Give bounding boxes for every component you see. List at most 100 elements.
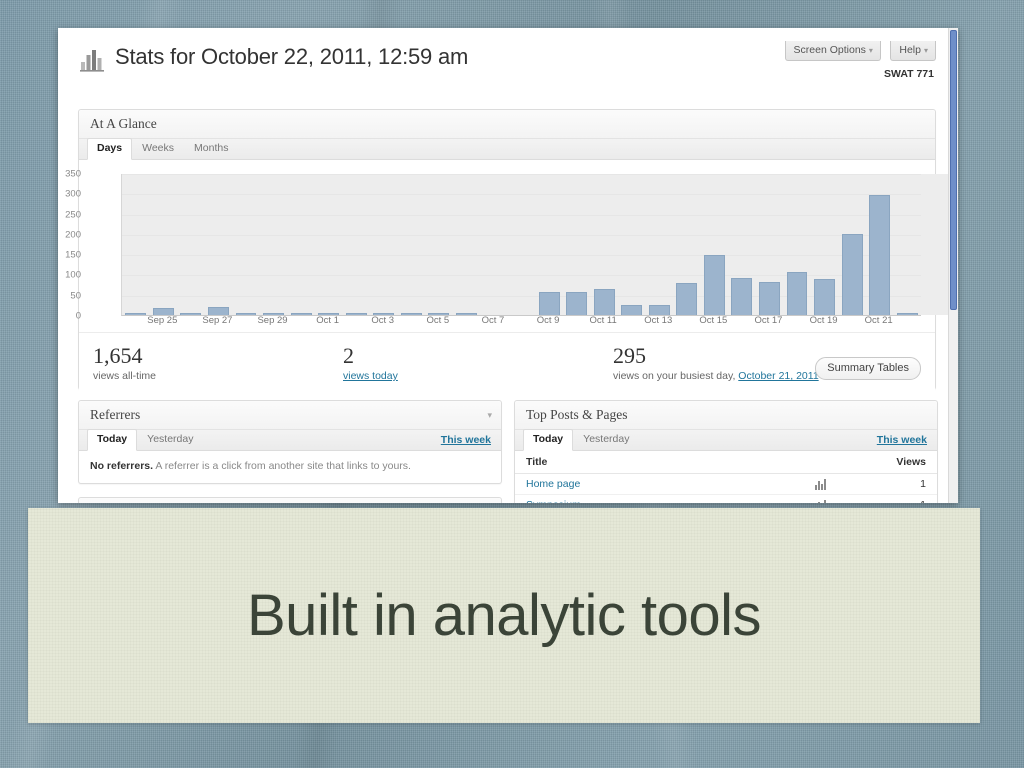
tab-days[interactable]: Days [87, 138, 133, 160]
x-axis-tick-label: Oct 7 [481, 315, 505, 326]
page-header: Stats for October 22, 2011, 12:59 am Scr… [58, 28, 958, 80]
post-views: 1 [839, 473, 937, 495]
chart-bar[interactable] [621, 304, 643, 315]
tab-today[interactable]: Today [87, 429, 138, 451]
referrers-empty-state: No referrers. A referrer is a click from… [79, 451, 501, 483]
chart-bar[interactable] [593, 288, 615, 315]
vertical-scrollbar[interactable] [948, 28, 958, 503]
x-axis-tick-label: Oct 1 [316, 315, 339, 326]
help-label: Help [899, 44, 921, 56]
screen-options-label: Screen Options [793, 44, 866, 56]
at-a-glance-title: At A Glance [79, 110, 935, 139]
screenshot-window: Stats for October 22, 2011, 12:59 am Scr… [58, 28, 958, 503]
chevron-down-icon: ▾ [868, 46, 873, 55]
at-a-glance-panel: At A Glance Days Weeks Months 0 50 100 150 2… [65, 109, 949, 394]
y-axis-tick-label: 0 [75, 310, 81, 322]
table-row: Home page 1 [515, 473, 937, 495]
chart-bar[interactable] [869, 195, 891, 315]
x-axis-tick-label: Oct 3 [371, 315, 395, 326]
chart-bar[interactable] [896, 313, 918, 315]
tab-weeks[interactable]: Weeks [132, 138, 184, 159]
y-axis-tick-label: 100 [65, 269, 81, 281]
search-engine-terms-panel: Search Engine Terms [78, 497, 502, 503]
summary-tables-button[interactable]: Summary Tables [815, 357, 921, 380]
referrers-title-text: Referrers [90, 407, 141, 422]
referrers-panel: Referrers ▾ Today Yesterday This week No… [78, 400, 502, 484]
chart-bar[interactable] [566, 291, 588, 315]
tab-yesterday[interactable]: Yesterday [137, 429, 203, 450]
stat-views-all-time: 1,654 views all-time [93, 343, 343, 382]
views-bar-chart: 0 50 100 150 200 250 300 350 Sep 25 Sep 27 Sep 29 O… [65, 160, 949, 332]
referrers-empty-title: No referrers. [90, 460, 154, 472]
chart-bar[interactable] [455, 313, 477, 315]
chart-bar[interactable] [290, 313, 312, 315]
chart-bar[interactable] [841, 233, 863, 315]
header-controls: Screen Options ▾ Help ▾ SWAT 771 [780, 40, 936, 80]
chart-bar[interactable] [676, 283, 698, 315]
post-link-home-page[interactable]: Home page [526, 478, 580, 490]
post-link-symposium[interactable]: Symposium [526, 499, 581, 503]
chart-bar[interactable] [235, 313, 257, 315]
chart-bar[interactable] [207, 306, 229, 315]
summary-row: 1,654 views all-time 2 views today 295 v… [79, 332, 935, 394]
this-week-link[interactable]: This week [441, 434, 491, 446]
at-a-glance-tabs: Days Weeks Months [79, 138, 935, 160]
chart-bar[interactable] [125, 313, 147, 315]
chart-gridline [122, 234, 921, 236]
table-row: Symposium 1 [515, 494, 937, 503]
page-title: Stats for October 22, 2011, 12:59 am [115, 44, 469, 69]
views-today-link[interactable]: views today [343, 370, 398, 382]
chart-gridline [122, 214, 921, 216]
tab-months[interactable]: Months [184, 138, 238, 159]
stat-number: 1,654 [93, 343, 143, 368]
site-name: SWAT 771 [884, 68, 934, 80]
x-axis-tick-label: Oct 5 [426, 315, 450, 326]
x-axis-tick-label: Oct 13 [644, 315, 673, 326]
stat-caption: views all-time [93, 370, 157, 382]
stat-caption: views on your busiest day, [613, 370, 736, 382]
chart-bar[interactable] [400, 313, 422, 315]
tab-today[interactable]: Today [523, 429, 574, 451]
chart-bar[interactable] [345, 313, 367, 315]
chart-bar[interactable] [180, 313, 202, 315]
chart-bar[interactable] [731, 277, 753, 315]
chart-bar[interactable] [786, 272, 808, 315]
chart-bar[interactable] [152, 308, 174, 315]
stat-number: 2 [343, 343, 354, 368]
scrollbar-thumb[interactable] [950, 30, 957, 310]
x-axis-tick-label: Oct 9 [536, 315, 560, 326]
top-posts-tabs: Today Yesterday This week [515, 429, 937, 451]
referrers-title: Referrers ▾ [79, 401, 501, 430]
chart-bar[interactable] [648, 304, 670, 315]
this-week-link[interactable]: This week [877, 434, 927, 446]
chart-bar[interactable] [538, 291, 560, 315]
screen-options-button[interactable]: Screen Options ▾ [784, 41, 881, 61]
chart-gridline [122, 194, 921, 196]
y-axis-tick-label: 250 [65, 209, 81, 221]
stat-views-today: 2 views today [343, 343, 613, 382]
mini-bar-chart-icon[interactable] [815, 478, 828, 490]
chart-bar[interactable] [703, 254, 725, 315]
table-header-row: Title Views [515, 451, 937, 474]
chevron-down-icon[interactable]: ▾ [487, 410, 492, 421]
y-axis-tick-label: 350 [65, 168, 81, 180]
mini-bar-chart-icon[interactable] [815, 499, 828, 503]
y-axis-tick-label: 50 [70, 290, 81, 302]
caption-text: Built in analytic tools [247, 583, 761, 648]
chart-bar[interactable] [814, 279, 836, 315]
x-axis-tick-label: Sep 29 [257, 315, 288, 326]
help-button[interactable]: Help ▾ [890, 41, 936, 61]
chart-plot-area [121, 174, 949, 316]
x-axis-tick-label: Oct 11 [589, 315, 617, 326]
top-posts-table: Title Views Home page 1 [515, 451, 937, 503]
x-axis-tick-label: Oct 17 [754, 315, 783, 326]
x-axis-tick-label: Sep 27 [202, 315, 233, 326]
x-axis-tick-label: Oct 21 [864, 315, 893, 326]
busiest-day-link[interactable]: October 21, 2011 [738, 370, 818, 382]
referrers-empty-text: A referrer is a click from another site … [155, 460, 411, 472]
tab-yesterday[interactable]: Yesterday [573, 429, 639, 450]
y-axis-tick-label: 200 [65, 229, 81, 241]
referrers-tabs: Today Yesterday This week [79, 429, 501, 451]
x-axis-tick-label: Oct 19 [809, 315, 838, 326]
chart-bar[interactable] [758, 281, 780, 315]
